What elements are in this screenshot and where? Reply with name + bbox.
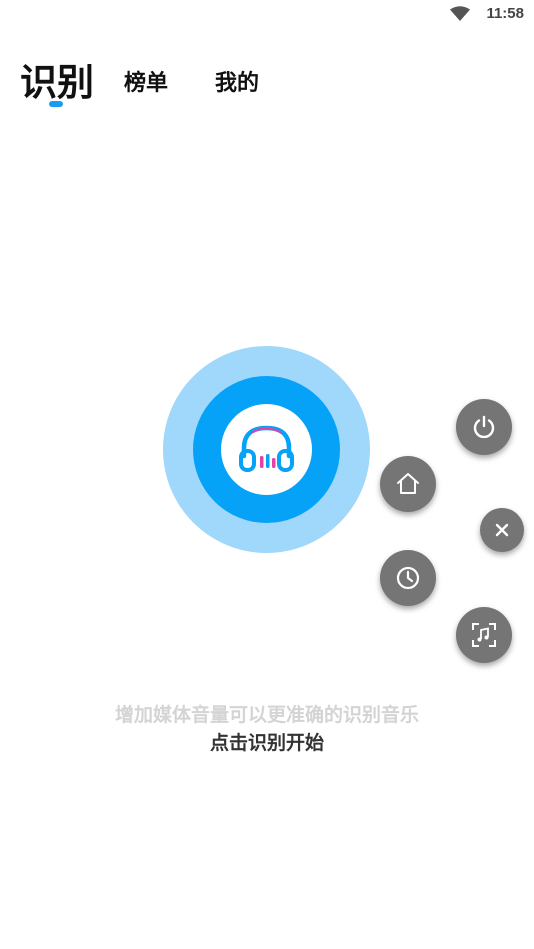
- headphones-icon: [239, 425, 294, 472]
- power-icon: [473, 415, 495, 439]
- home-icon: [397, 473, 419, 494]
- tab-recognize[interactable]: 识别: [20, 52, 94, 106]
- music-scan-icon: [472, 623, 496, 647]
- recognize-button[interactable]: [163, 346, 370, 553]
- power-button[interactable]: [456, 399, 512, 455]
- history-button[interactable]: [380, 550, 436, 606]
- music-scan-button[interactable]: [456, 607, 512, 663]
- wifi-icon: [450, 6, 470, 21]
- recognize-ring: [193, 376, 340, 523]
- recognize-core: [221, 404, 312, 495]
- status-time: 11:58: [486, 5, 524, 22]
- music-recognition-screen: 11:58 识别 榜单 我的 增加媒体音量可以更准确的识别音乐 点击识别开始: [0, 0, 534, 949]
- tab-charts[interactable]: 榜单: [124, 65, 168, 97]
- tab-mine[interactable]: 我的: [215, 65, 259, 97]
- close-menu-button[interactable]: [480, 508, 524, 552]
- clock-icon: [396, 566, 420, 590]
- tab-active-indicator: [49, 101, 63, 107]
- volume-hint: 增加媒体音量可以更准确的识别音乐: [114, 704, 419, 726]
- home-button[interactable]: [380, 456, 436, 512]
- close-icon: [495, 523, 509, 537]
- start-hint: 点击识别开始: [209, 732, 324, 754]
- status-bar: 11:58: [0, 0, 534, 30]
